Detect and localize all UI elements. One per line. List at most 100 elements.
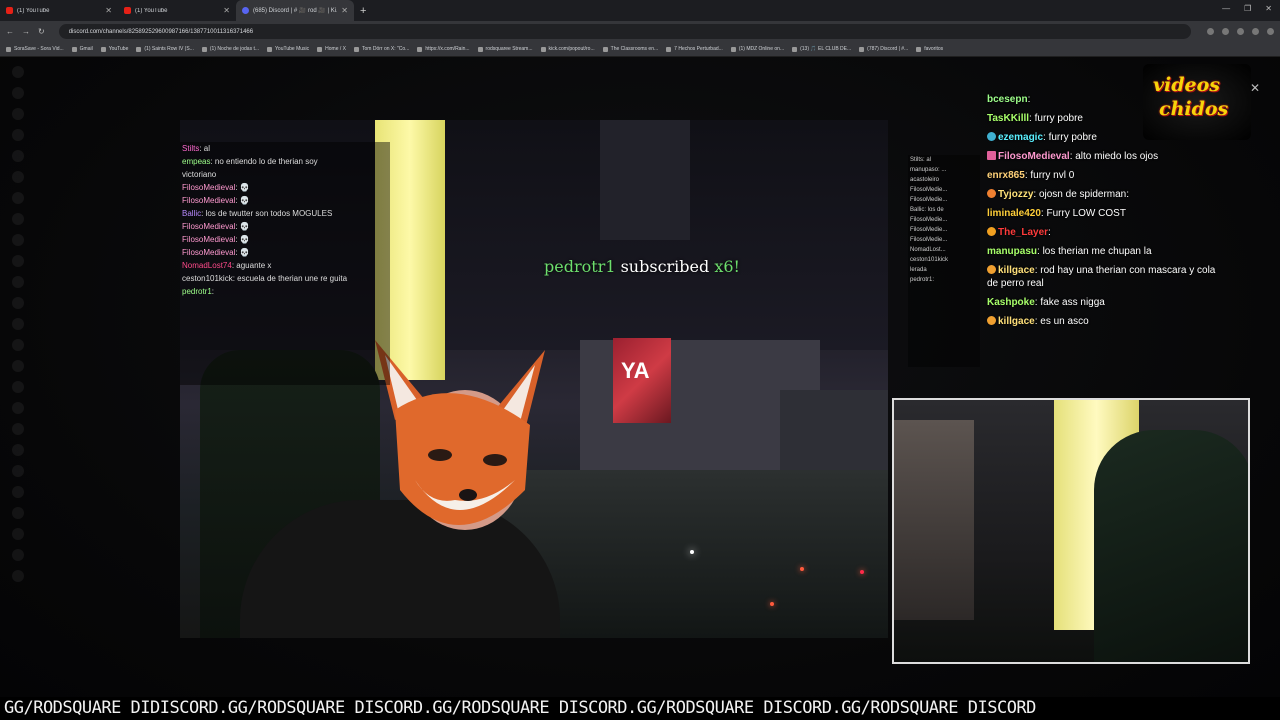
bookmark-label: rodsquaree Stream... xyxy=(485,46,533,52)
overlay-chat-text: 💀 xyxy=(239,235,250,244)
mini-chat-line: FilosoMedie... xyxy=(910,217,948,223)
close-tab-icon[interactable]: ✕ xyxy=(223,6,230,15)
overlay-chat-user: NomadLost74 xyxy=(182,261,232,270)
chat-text: alto miedo los ojos xyxy=(1075,151,1159,162)
bookmark-star-icon[interactable] xyxy=(1222,28,1229,35)
x-icon xyxy=(354,46,359,52)
bookmark-item[interactable]: kick.com/popout/ro... xyxy=(540,46,595,52)
chat-text: furry pobre xyxy=(1048,132,1097,143)
chat-username: liminale420 xyxy=(987,208,1041,219)
secondary-camera-feed[interactable] xyxy=(892,398,1250,664)
tab-youtube-1[interactable]: (1) YouTube ✕ xyxy=(0,0,118,21)
overlay-chat-line: victoriano xyxy=(180,168,390,181)
youtube-icon xyxy=(136,46,142,52)
extension-icon[interactable] xyxy=(1252,28,1259,35)
street-light xyxy=(770,602,774,606)
discord-invite-ticker: GG/RODSQUARE DIDISCORD.GG/RODSQUARE DISC… xyxy=(0,697,1280,720)
chat-username: manupasu xyxy=(987,246,1038,257)
folder-icon xyxy=(916,46,922,52)
bookmark-item[interactable]: (1) MDZ Online on... xyxy=(730,46,784,52)
extension-icons xyxy=(1207,28,1274,35)
x-icon xyxy=(792,46,798,52)
back-icon[interactable]: ← xyxy=(6,27,14,36)
browser-tab-strip: (1) YouTube ✕ (1) YouTube ✕ (685) Discor… xyxy=(0,0,1280,21)
mini-chat-line: ceston101kick xyxy=(910,257,949,263)
overlay-chat-line: Stilts: al xyxy=(182,144,211,153)
window-controls: — ❐ ✕ xyxy=(1222,4,1272,13)
sub-alert-user: pedrotr1 xyxy=(544,257,616,276)
chat-message: Kashpoke: fake ass nigga xyxy=(987,297,1105,308)
mini-chat-line: FilosoMedie... xyxy=(910,237,948,243)
overlay-chat-user: empeas xyxy=(182,157,211,166)
tab-label: (685) Discord | # 🎥 rod 🎥 | Ki... xyxy=(253,8,338,14)
overlay-chat-line: FilosoMedieval: 💀 xyxy=(182,222,250,231)
bookmark-item[interactable]: YouTube xyxy=(100,46,129,52)
bookmark-label: favoritos xyxy=(924,46,944,52)
bookmark-item[interactable]: YouTube Music xyxy=(267,46,309,52)
user-badge-icon xyxy=(987,265,996,274)
extension-icon[interactable] xyxy=(1237,28,1244,35)
bookmark-item[interactable]: Home / X xyxy=(317,46,346,52)
logo-line-2: chidos xyxy=(1159,98,1229,120)
minimize-icon[interactable]: — xyxy=(1222,4,1230,13)
background-building xyxy=(600,120,690,240)
new-tab-icon[interactable]: + xyxy=(360,5,366,17)
bookmark-label: YouTube xyxy=(108,46,129,52)
tab-youtube-2[interactable]: (1) YouTube ✕ xyxy=(118,0,236,21)
bookmark-item[interactable]: (1) Saints Row IV (S... xyxy=(136,46,194,52)
stream-mini-chat: Stilts: al manupaso: ... acastoleiro Fil… xyxy=(908,155,980,367)
overlay-chat-line: empeas: no entiendo lo de therian soy xyxy=(182,157,318,166)
overlay-chat-user: FilosoMedieval xyxy=(182,235,236,244)
discord-icon xyxy=(859,46,865,52)
stream-chat-overlay: Stilts: al empeas: no entiendo lo de the… xyxy=(180,142,390,385)
extension-icon[interactable] xyxy=(1207,28,1214,35)
bookmark-item[interactable]: 7 Hechos Perturbad... xyxy=(666,46,723,52)
close-tab-icon[interactable]: ✕ xyxy=(341,6,348,15)
overlay-chat-user: FilosoMedieval xyxy=(182,196,236,205)
overlay-chat-text: escuela de therian une re guita xyxy=(237,274,348,283)
bookmark-item[interactable]: Gmail xyxy=(71,46,93,52)
overlay-chat-user: Stilts xyxy=(182,144,200,153)
chat-text: Furry LOW COST xyxy=(1046,208,1126,219)
overlay-chat-line: FilosoMedieval: 💀 xyxy=(182,196,250,205)
bookmark-item[interactable]: (13) 🎵 EL CLUB DE... xyxy=(792,46,851,52)
subscription-alert: pedrotr1 subscribed x6! xyxy=(544,257,740,276)
overlay-chat-user: FilosoMedieval xyxy=(182,222,236,231)
tab-discord[interactable]: (685) Discord | # 🎥 rod 🎥 | Ki... ✕ xyxy=(236,0,354,21)
close-stream-icon[interactable]: ✕ xyxy=(1250,81,1260,95)
bookmark-item[interactable]: (787) Discord | #... xyxy=(859,46,908,52)
chat-text: furry nvl 0 xyxy=(1030,170,1075,181)
bookmark-item[interactable]: https://x.com/Rain... xyxy=(417,46,470,52)
chat-username: Kashpoke xyxy=(987,297,1035,308)
mini-chat-line: FilosoMedie... xyxy=(910,227,948,233)
kick-icon xyxy=(477,46,483,52)
chat-username: bcesepn xyxy=(987,94,1028,105)
bookmark-item[interactable]: rodsquaree Stream... xyxy=(477,46,533,52)
mini-chat-line: FilosoMedie... xyxy=(910,187,948,193)
close-window-icon[interactable]: ✕ xyxy=(1265,4,1272,13)
bookmark-label: Home / X xyxy=(325,46,346,52)
youtube-icon xyxy=(6,7,13,14)
reload-icon[interactable]: ↻ xyxy=(38,27,45,36)
street-light xyxy=(690,550,694,554)
url-field[interactable]: discord.com/channels/825892529600987166/… xyxy=(58,24,1191,39)
bookmark-label: (1) Noche de jodas t... xyxy=(209,46,260,52)
profile-avatar-icon[interactable] xyxy=(1267,28,1274,35)
forward-icon[interactable]: → xyxy=(22,27,30,36)
overlay-chat-user: Ballic xyxy=(182,209,202,218)
chat-text: los therian me chupan la xyxy=(1042,246,1152,257)
bookmark-item[interactable]: The Classrooms en... xyxy=(602,46,659,52)
stream-video[interactable]: YA Stilts: al empeas: no entiendo lo de … xyxy=(180,120,888,638)
bookmark-item[interactable]: (1) Noche de jodas t... xyxy=(201,46,260,52)
bookmark-item[interactable]: favoritos xyxy=(916,46,943,52)
bookmark-item[interactable]: SoraSave - Sora Vid... xyxy=(6,46,64,52)
bookmark-label: The Classrooms en... xyxy=(610,46,659,52)
close-tab-icon[interactable]: ✕ xyxy=(105,6,112,15)
overlay-chat-text: 💀 xyxy=(239,248,250,257)
user-badge-icon xyxy=(987,132,996,141)
mini-chat-line: Stilts: al xyxy=(910,157,932,163)
bookmark-item[interactable]: Tom Dörr on X: "Co... xyxy=(354,46,409,52)
overlay-chat-text: victoriano xyxy=(182,170,217,179)
maximize-icon[interactable]: ❐ xyxy=(1244,4,1251,13)
x-icon xyxy=(317,46,323,52)
